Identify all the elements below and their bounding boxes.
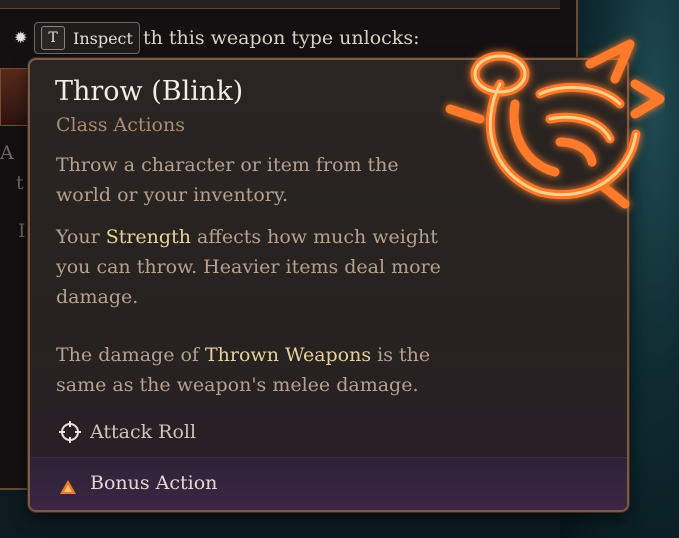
damage-pre: The damage of xyxy=(56,344,205,366)
action-type-label: Bonus Action xyxy=(90,472,218,494)
action-category: Class Actions xyxy=(56,114,185,136)
keycap-t: T xyxy=(41,26,65,50)
attack-roll: Attack Roll xyxy=(58,420,196,444)
side-item-2: t xyxy=(16,172,24,194)
panel-top-bar xyxy=(0,0,560,9)
inspect-hint[interactable]: T Inspect xyxy=(34,22,140,54)
strength-keyword[interactable]: Strength xyxy=(106,226,191,248)
crosshair-icon xyxy=(59,421,81,443)
gear-icon: ✹ xyxy=(14,28,28,47)
side-item-3: I xyxy=(18,220,26,242)
throw-hand-emblem xyxy=(445,39,665,209)
inspect-label: Inspect xyxy=(73,28,133,48)
attack-roll-label: Attack Roll xyxy=(90,421,197,443)
side-item-1: A xyxy=(0,142,14,164)
thrown-weapons-keyword[interactable]: Thrown Weapons xyxy=(205,344,371,366)
action-title: Throw (Blink) xyxy=(55,76,244,107)
bonus-action-triangle-icon xyxy=(60,480,76,494)
strength-paragraph: Your Strength affects how much weight yo… xyxy=(56,222,456,312)
weapon-unlocks-text: th this weapon type unlocks: xyxy=(143,27,420,49)
action-description: Throw a character or item from the world… xyxy=(56,154,399,206)
damage-paragraph: The damage of Thrown Weapons is the same… xyxy=(56,340,456,400)
strength-pre: Your xyxy=(56,226,106,248)
action-footer: Bonus Action xyxy=(30,457,627,510)
